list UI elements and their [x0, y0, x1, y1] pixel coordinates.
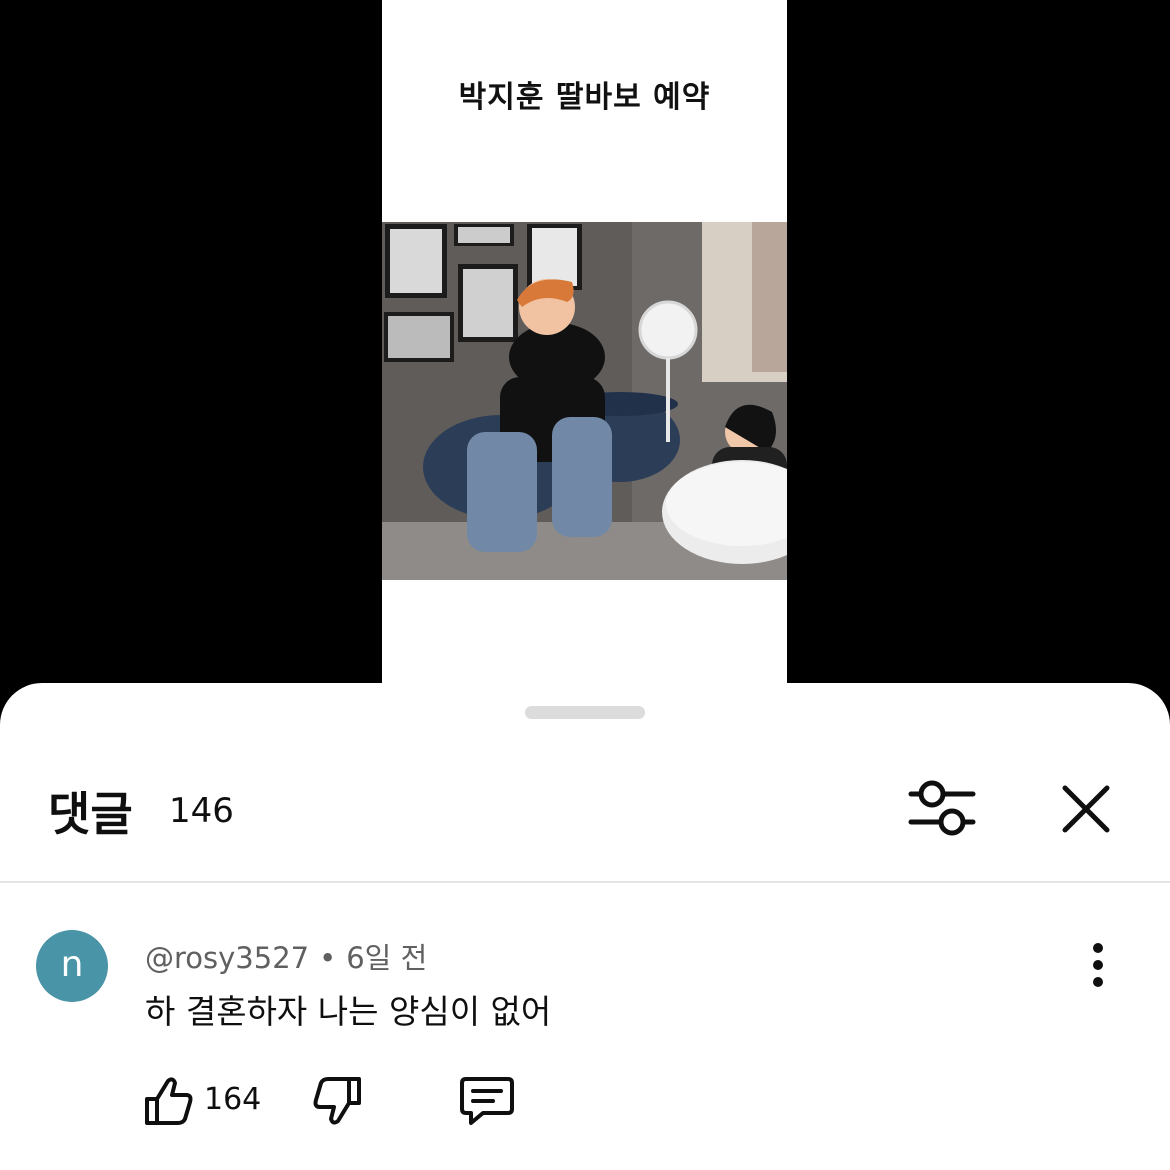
comments-count: 146: [169, 791, 234, 831]
thumbs-up-icon: [145, 1077, 193, 1125]
thumbs-down-icon: [313, 1077, 361, 1125]
avatar[interactable]: n: [36, 930, 108, 1002]
close-icon: [1062, 785, 1110, 833]
meta-separator: •: [319, 941, 337, 975]
header-divider: [0, 881, 1170, 883]
sort-filter-button[interactable]: [905, 778, 979, 842]
comment-text: 하 결혼하자 나는 양심이 없어: [145, 992, 552, 1031]
video-stage: 박지훈 딸바보 예약: [0, 0, 1170, 700]
video-caption: 박지훈 딸바보 예약: [458, 80, 711, 115]
comment-author[interactable]: @rosy3527: [145, 941, 309, 975]
like-button[interactable]: [140, 1073, 196, 1129]
comment-more-button[interactable]: [1078, 940, 1118, 990]
drag-handle[interactable]: [525, 706, 645, 719]
reply-button[interactable]: [457, 1073, 517, 1129]
comment-meta: @rosy3527 • 6일 전: [145, 935, 427, 977]
close-button[interactable]: [1055, 778, 1119, 842]
comment-time: 6일 전: [346, 941, 428, 975]
sliders-icon: [908, 780, 976, 836]
video-photo: [382, 222, 787, 580]
comments-sheet: 댓글 146 n @rosy3527 • 6일 전 하 결혼하자 나는 양심이 없어: [0, 683, 1170, 1170]
comment-icon: [460, 1077, 514, 1125]
video-player[interactable]: 박지훈 딸바보 예약: [382, 0, 787, 700]
comments-title: 댓글: [48, 787, 133, 841]
dislike-button[interactable]: [310, 1073, 366, 1129]
like-count: 164: [204, 1082, 262, 1117]
vertical-dots-icon: [1093, 943, 1103, 987]
